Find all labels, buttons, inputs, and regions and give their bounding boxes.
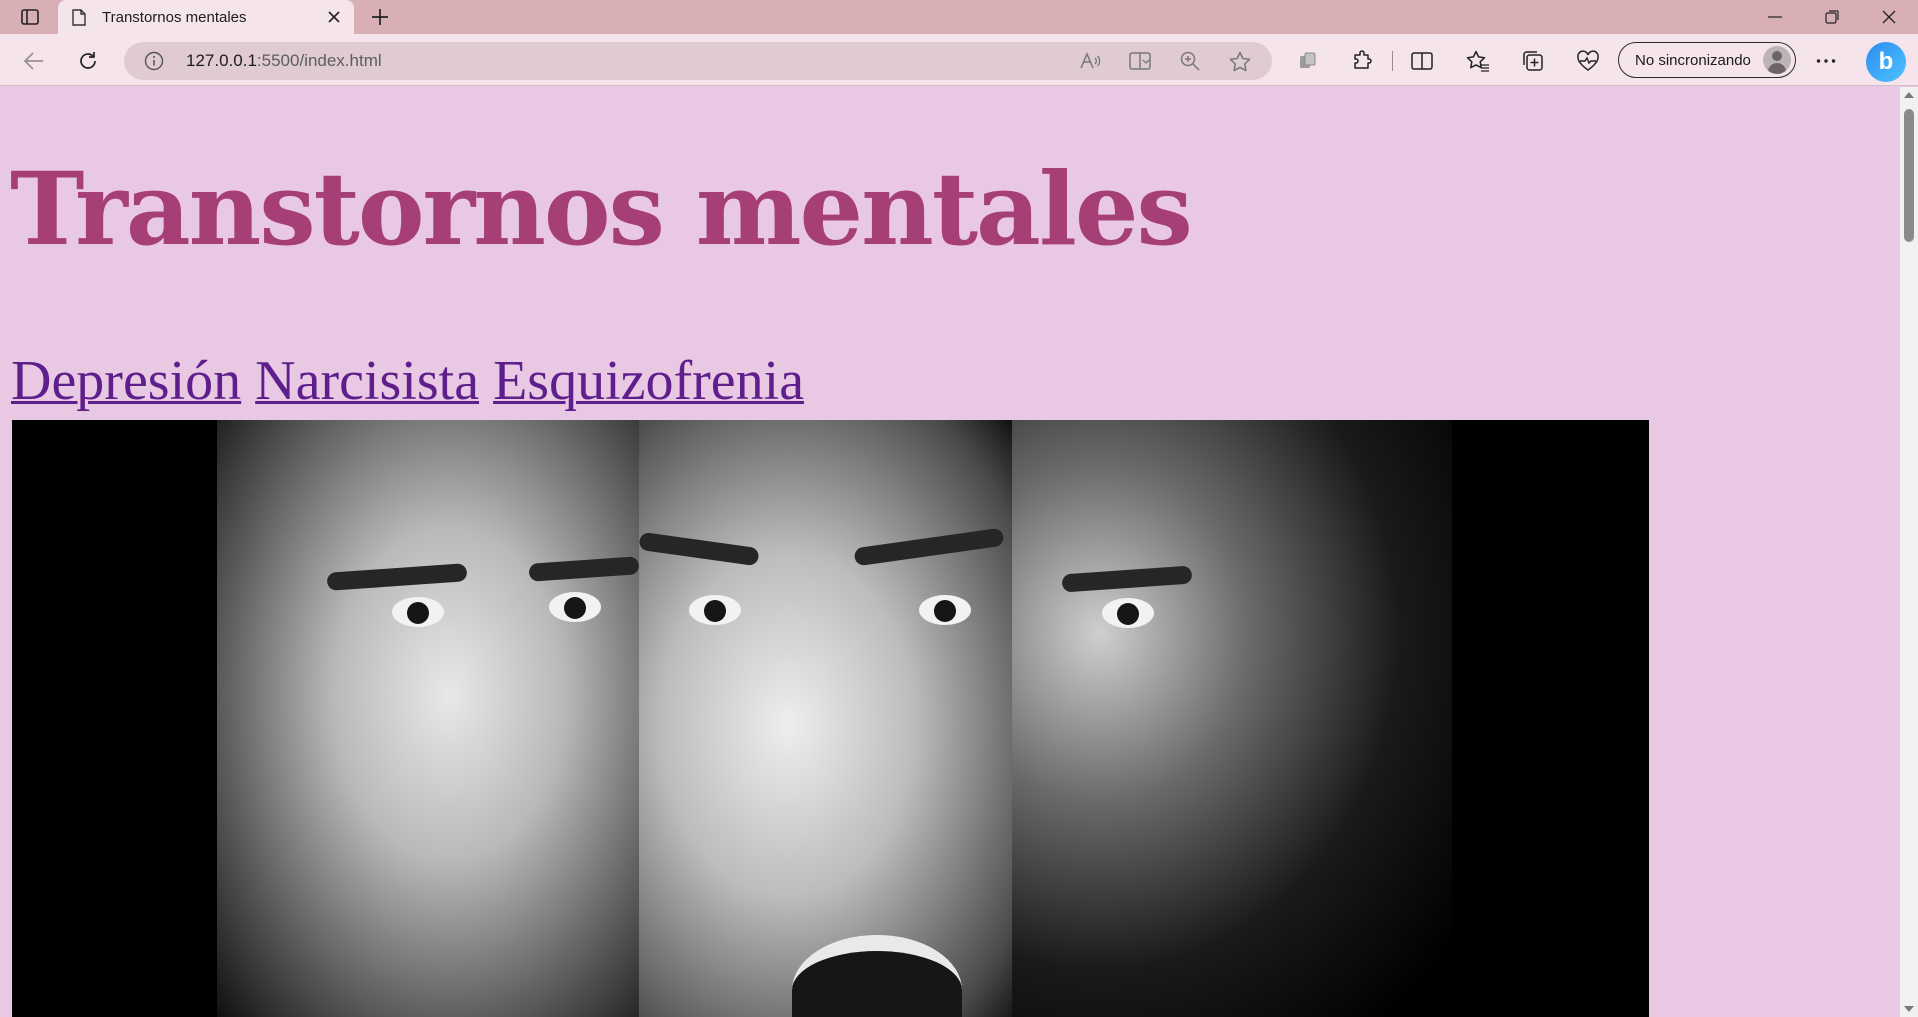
new-tab-button[interactable] — [366, 4, 394, 30]
favorite-button[interactable] — [1229, 50, 1251, 72]
eyebrow — [853, 527, 1005, 567]
eyebrow — [1061, 565, 1193, 593]
immersive-reader-button[interactable] — [1129, 50, 1151, 72]
eye — [689, 595, 741, 625]
heart-pulse-icon — [1577, 50, 1599, 71]
face-panel-right — [1012, 420, 1452, 1017]
split-screen-button[interactable] — [1410, 49, 1434, 73]
page-icon — [72, 8, 88, 26]
refresh-button[interactable] — [71, 44, 105, 78]
browser-essentials-button[interactable] — [1576, 49, 1600, 73]
arrow-left-icon — [24, 52, 43, 70]
close-window-button[interactable] — [1862, 0, 1916, 34]
minimize-icon — [1768, 16, 1782, 18]
puzzle-icon — [1354, 50, 1372, 69]
favorites-icon — [1466, 50, 1489, 72]
toolbar-divider — [1392, 51, 1393, 71]
close-icon — [1882, 10, 1896, 24]
profile-status: No sincronizando — [1635, 51, 1751, 69]
plus-icon — [372, 9, 388, 25]
tab-actions-icon — [21, 9, 39, 25]
eye — [549, 592, 601, 622]
web-page: Transtornos mentales Depresión Narcisist… — [0, 87, 1900, 1017]
extensions-button[interactable] — [1351, 49, 1375, 73]
eyebrow — [528, 556, 640, 582]
tab-actions-button[interactable] — [14, 5, 46, 29]
avatar — [1763, 46, 1791, 74]
collections-icon — [1523, 51, 1543, 71]
zoom-icon — [1180, 51, 1200, 71]
profile-button[interactable]: No sincronizando — [1618, 42, 1796, 78]
url-host: 127.0.0.1 — [186, 51, 257, 70]
hero-image — [12, 420, 1649, 1017]
active-tab[interactable]: Transtornos mentales — [58, 0, 354, 34]
face-panel-left — [217, 420, 640, 1017]
browser-toolbar: 127.0.0.1:5500/index.html No sincronizan… — [0, 34, 1918, 86]
read-aloud-button[interactable] — [1079, 50, 1101, 72]
immersive-reader-icon — [1129, 52, 1151, 70]
url-path: :5500/index.html — [256, 51, 382, 70]
restore-icon — [1825, 10, 1839, 24]
address-bar[interactable]: 127.0.0.1:5500/index.html — [124, 42, 1272, 80]
page-title: Transtornos mentales — [10, 150, 1193, 268]
link-narcisista[interactable]: Narcisista — [255, 350, 479, 412]
split-screen-icon — [1411, 52, 1433, 70]
disorder-nav: Depresión Narcisista Esquizofrenia — [11, 353, 804, 409]
eye — [1102, 598, 1154, 628]
page-scrollbar[interactable] — [1900, 87, 1918, 1017]
face-panel-center — [638, 420, 1012, 1017]
eyebrow — [326, 563, 468, 591]
zoom-button[interactable] — [1179, 50, 1201, 72]
scroll-thumb[interactable] — [1904, 109, 1914, 242]
refresh-icon — [80, 52, 96, 69]
star-icon — [1229, 51, 1251, 71]
title-bar: Transtornos mentales — [0, 0, 1918, 34]
link-depresion[interactable]: Depresión — [11, 350, 241, 412]
info-icon[interactable] — [144, 51, 164, 71]
link-esquizofrenia[interactable]: Esquizofrenia — [493, 350, 804, 412]
eye — [392, 597, 444, 627]
ellipsis-icon — [1816, 59, 1836, 63]
eye — [919, 595, 971, 625]
scroll-up-arrow[interactable] — [1904, 92, 1914, 98]
eyebrow — [638, 531, 760, 567]
close-icon — [328, 11, 340, 23]
extension-pack-button[interactable] — [1296, 49, 1320, 73]
copilot-button[interactable]: b — [1866, 42, 1906, 82]
back-button[interactable] — [17, 44, 51, 78]
collections-button[interactable] — [1521, 49, 1545, 73]
more-button[interactable] — [1814, 49, 1838, 73]
scroll-down-arrow[interactable] — [1904, 1006, 1914, 1012]
favorites-button[interactable] — [1466, 49, 1490, 73]
copilot-icon: b — [1878, 48, 1894, 75]
read-aloud-icon — [1080, 52, 1101, 69]
restore-button[interactable] — [1805, 0, 1859, 34]
close-tab-button[interactable] — [322, 5, 346, 29]
url-text[interactable]: 127.0.0.1:5500/index.html — [186, 51, 382, 71]
minimize-button[interactable] — [1748, 0, 1802, 34]
extension-pack-icon — [1300, 52, 1316, 68]
tab-title: Transtornos mentales — [102, 8, 247, 26]
